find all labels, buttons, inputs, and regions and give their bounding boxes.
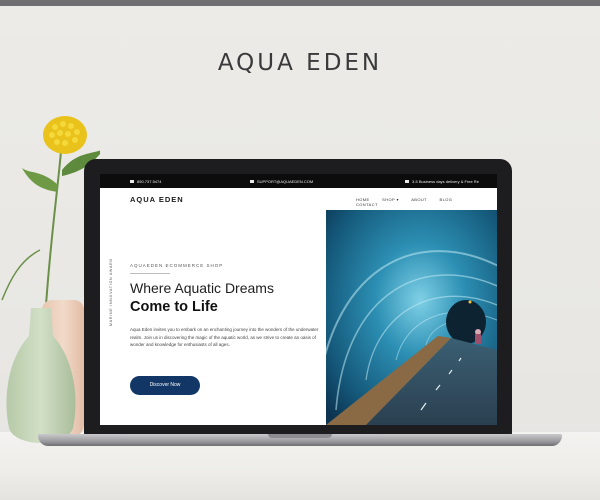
site-menu: HOME SHOP ▾ ABOUT BLOG CONTACT (356, 197, 497, 207)
nav-contact[interactable]: CONTACT (356, 202, 378, 207)
hero-heading-line2: Come to Life (130, 299, 218, 315)
site-phone[interactable]: 850.737.5474 (130, 179, 161, 184)
discover-now-button[interactable]: Discover Now (130, 376, 200, 395)
yellow-flower-decoration (43, 116, 87, 154)
mail-icon (250, 180, 254, 184)
site-email-text: SUPPORT@AQUAEDEN.COM (257, 179, 314, 184)
aquarium-tunnel-image (326, 210, 497, 425)
hero-heading-line1: Where Aquatic Dreams (130, 280, 274, 296)
nav-about[interactable]: ABOUT (411, 197, 427, 202)
truck-icon (405, 180, 409, 184)
hero-vertical-label: MARINE INNOVATION AWARD (109, 258, 113, 326)
site-contact-strip: 850.737.5474 SUPPORT@AQUAEDEN.COM 3-5 Bu… (100, 174, 497, 188)
phone-icon (130, 180, 134, 184)
hero-paragraph: Aqua Eden invites you to embark on an en… (130, 327, 319, 348)
site-phone-text: 850.737.5474 (137, 179, 162, 184)
site-nav: AQUA EDEN HOME SHOP ▾ ABOUT BLOG CONTACT (100, 188, 497, 212)
mockup-title: AQUA EDEN (217, 50, 383, 76)
site-shipping-text: 3-5 Business days delivery & Free Re (412, 179, 479, 184)
nav-shop[interactable]: SHOP ▾ (382, 197, 399, 202)
site-shipping-note: 3-5 Business days delivery & Free Re (405, 179, 479, 184)
laptop-notch (268, 434, 332, 438)
laptop-screen: 850.737.5474 SUPPORT@AQUAEDEN.COM 3-5 Bu… (100, 174, 497, 425)
site-email[interactable]: SUPPORT@AQUAEDEN.COM (250, 179, 313, 184)
hero-divider (130, 273, 170, 274)
hero-eyebrow: AQUAEDEN ECOMMERCE SHOP (130, 263, 224, 268)
site-logo[interactable]: AQUA EDEN (130, 195, 184, 204)
nav-blog[interactable]: BLOG (440, 197, 453, 202)
